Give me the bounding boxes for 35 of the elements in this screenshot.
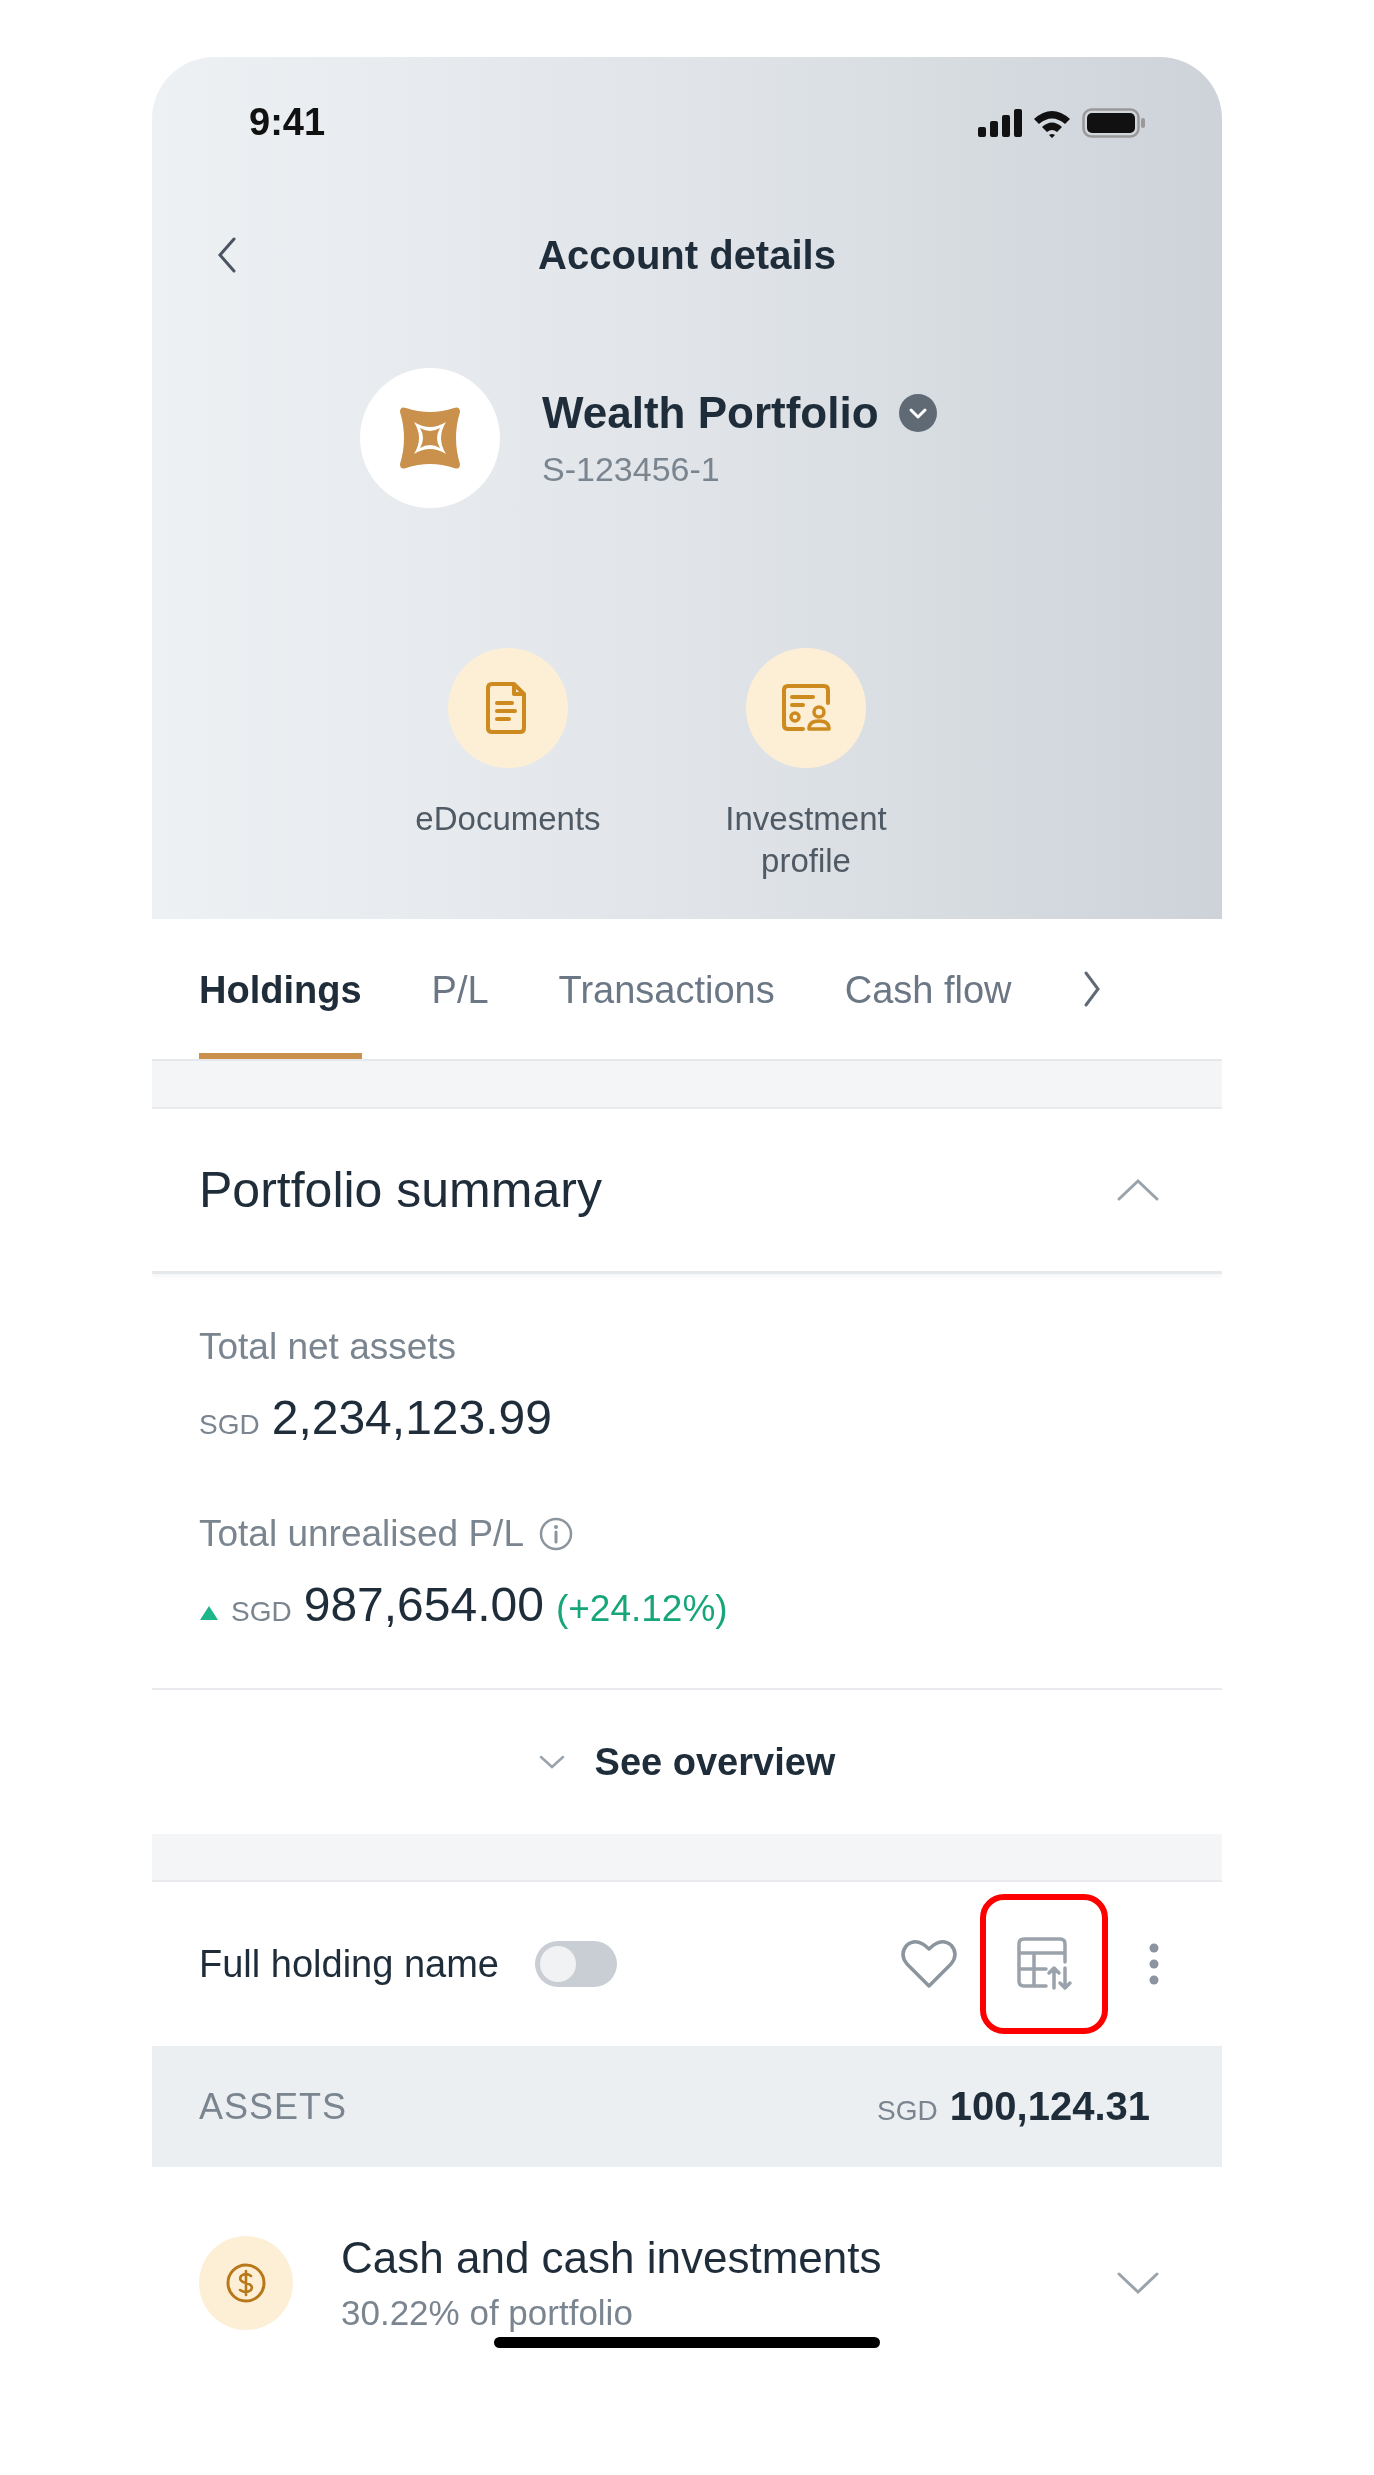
signal-icon [978, 108, 1022, 137]
assets-label: ASSETS [199, 2085, 348, 2128]
tab[interactable]: P/L [431, 919, 489, 1059]
metric-value: 987,654.00 [303, 1577, 544, 1632]
more-options-button[interactable] [1148, 1942, 1160, 1986]
toggle-switch[interactable] [534, 1941, 617, 1987]
status-time: 9:41 [249, 101, 326, 144]
action-label: eDocuments [415, 799, 601, 839]
change-percent: (+24.12%) [555, 1588, 728, 1630]
tab[interactable]: Cash flow [844, 919, 1012, 1059]
account-number: S-123456-1 [542, 449, 721, 489]
back-button[interactable] [216, 235, 238, 275]
action-label: Investment profile [724, 799, 888, 881]
account-name: Wealth Portfolio [542, 387, 879, 438]
section-title: Portfolio summary [199, 1161, 602, 1219]
metric-label: Total net assets [199, 1326, 458, 1368]
collapse-button[interactable] [1116, 1177, 1160, 1203]
expand-button[interactable] [1116, 2270, 1160, 2296]
currency-label: SGD [877, 2095, 938, 2127]
metric-label: Total unrealised P/L [199, 1513, 524, 1555]
category-name: Cash and cash investments [341, 2233, 883, 2283]
assets-total: 100,124.31 [949, 2084, 1150, 2129]
heart-button[interactable] [900, 1938, 958, 1990]
tab[interactable]: Transactions [558, 919, 775, 1059]
chevron-down-icon [538, 1754, 565, 1770]
battery-icon [1082, 107, 1146, 138]
metric-value: 2,234,123.99 [271, 1390, 552, 1445]
toggle-label: Full holding name [199, 1942, 499, 1986]
screen-title: Account details [538, 232, 836, 278]
currency-label: SGD [199, 1409, 260, 1441]
category-share: 30.22% of portfolio [341, 2293, 634, 2333]
info-icon[interactable] [538, 1516, 574, 1552]
currency-label: SGD [231, 1596, 292, 1628]
see-overview-button[interactable]: See overview [152, 1690, 1222, 1834]
account-dropdown-button[interactable] [898, 393, 937, 432]
